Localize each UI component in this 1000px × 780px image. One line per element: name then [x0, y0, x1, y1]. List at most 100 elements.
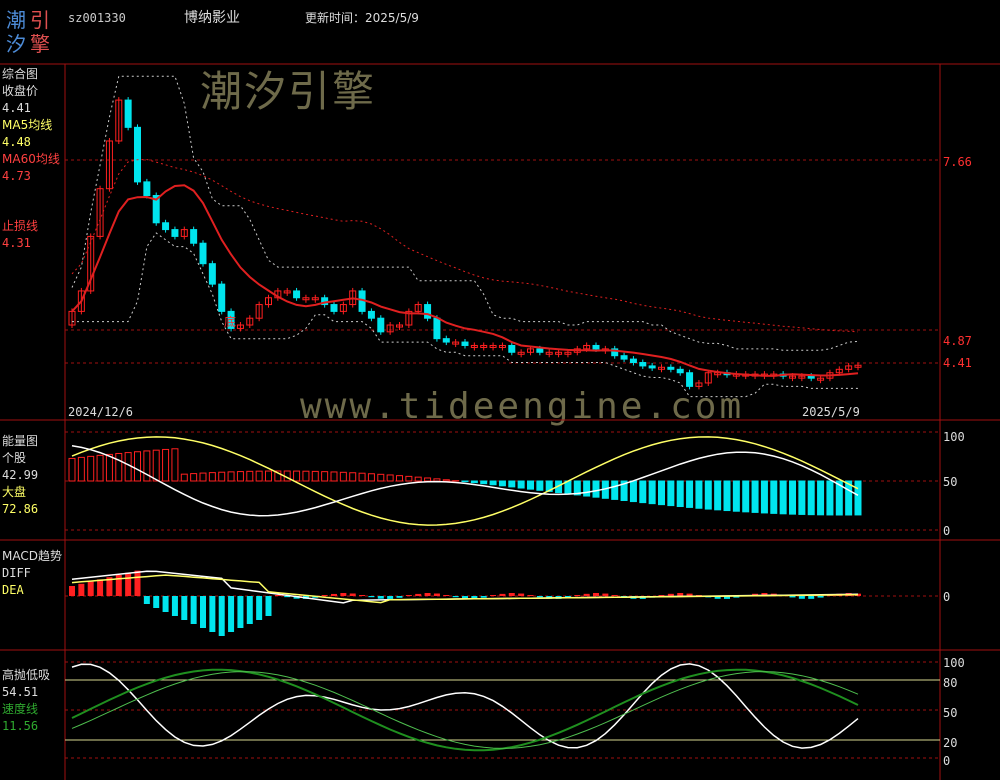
macd-bar: [527, 595, 534, 596]
energy-bar: [667, 480, 675, 507]
close-value: 4.41: [2, 101, 31, 115]
panel4-title: 高抛低吸: [2, 668, 51, 682]
energy-bar: [686, 480, 694, 508]
macd-bar: [69, 586, 75, 596]
energy-bar: [265, 470, 272, 482]
candle: [171, 229, 179, 237]
panel4-value: 54.51: [2, 685, 39, 699]
candle: [667, 366, 675, 370]
candle: [807, 375, 815, 379]
macd-bar: [331, 593, 337, 596]
energy-bar: [779, 480, 787, 515]
axis-tick: 50: [943, 475, 958, 489]
energy-bar: [358, 472, 366, 482]
kdj-white-line: [71, 663, 859, 749]
macd-bar: [162, 596, 169, 612]
energy-bar: [751, 480, 759, 513]
candle: [293, 290, 301, 299]
macd-bar: [359, 595, 366, 596]
candle: [639, 362, 647, 367]
candle: [629, 358, 637, 364]
axis-tick: 80: [943, 676, 958, 690]
energy-bar: [798, 480, 806, 515]
ma5-label: MA5均线: [2, 118, 53, 132]
macd-bar: [387, 596, 394, 599]
macd-bar: [611, 595, 618, 596]
energy-bar: [723, 480, 731, 512]
macd-bar: [237, 596, 244, 628]
dea-line: [71, 574, 859, 604]
macd-bar: [228, 596, 235, 632]
energy-bar: [180, 473, 188, 482]
energy-bar: [527, 480, 534, 490]
axis-tick: 0: [943, 754, 951, 768]
candle: [199, 242, 207, 265]
upper-band-line: [71, 158, 859, 333]
energy-bar: [714, 480, 722, 511]
macd-bar: [789, 596, 796, 598]
axis-tick: 0: [943, 590, 951, 604]
energy-bar: [517, 480, 525, 489]
macd-bar: [153, 596, 160, 608]
macd-bar: [536, 596, 543, 598]
macd-bar: [574, 595, 581, 596]
macd-bar: [499, 593, 506, 596]
macd-bar: [256, 596, 263, 620]
energy-bar: [854, 480, 862, 516]
level-label: 7.66: [943, 155, 972, 169]
speed-value: 11.56: [2, 719, 39, 733]
macd-bar: [87, 581, 94, 596]
energy-bar: [470, 480, 478, 484]
energy-bar: [480, 480, 488, 485]
macd-bar: [593, 593, 599, 596]
candle: [461, 341, 469, 346]
macd-bar: [171, 596, 178, 616]
ma5-value: 4.48: [2, 135, 31, 149]
macd-bar: [424, 593, 431, 596]
energy-bar: [732, 480, 740, 512]
stop-value: 4.31: [2, 236, 31, 250]
macd-bar: [677, 593, 684, 596]
energy-bar: [115, 452, 123, 482]
date-end: 2025/5/9: [802, 405, 860, 419]
energy-bar: [152, 449, 160, 482]
energy-bar: [199, 472, 207, 482]
energy-bar: [658, 480, 665, 506]
macd-bar: [218, 596, 225, 636]
macd-bar: [667, 593, 674, 596]
energy-bar: [386, 474, 394, 482]
macd-bar: [200, 596, 206, 628]
energy-bar: [321, 471, 329, 482]
candle: [676, 368, 684, 374]
macd-bar: [518, 593, 525, 596]
macd-bar: [321, 595, 328, 596]
energy-bar: [789, 480, 796, 515]
macd-bar: [134, 570, 141, 596]
energy-bar: [611, 480, 619, 500]
energy-bar: [414, 476, 422, 482]
close-label: 收盘价: [2, 84, 39, 98]
energy-bar: [77, 456, 85, 482]
candle: [592, 344, 600, 350]
candle: [442, 338, 450, 343]
macd-bar: [209, 596, 216, 632]
candle: [686, 372, 694, 387]
macd-bar: [368, 596, 375, 598]
macd-bar: [274, 595, 281, 596]
macd-bar: [443, 595, 450, 596]
candle: [433, 317, 441, 340]
candle: [143, 181, 151, 197]
energy-bar: [648, 480, 656, 505]
macd-bar: [78, 583, 85, 596]
chart-canvas: [0, 63, 1000, 780]
energy-bar: [817, 480, 825, 516]
energy-bar: [227, 471, 235, 482]
candle: [162, 222, 170, 231]
energy-bar: [498, 480, 506, 487]
macd-bar: [508, 593, 515, 596]
energy-bar: [190, 473, 198, 482]
macd-bar: [798, 596, 805, 599]
ma60-label: MA60均线: [2, 152, 60, 166]
energy-bar: [760, 480, 768, 514]
energy-bar: [162, 448, 170, 482]
